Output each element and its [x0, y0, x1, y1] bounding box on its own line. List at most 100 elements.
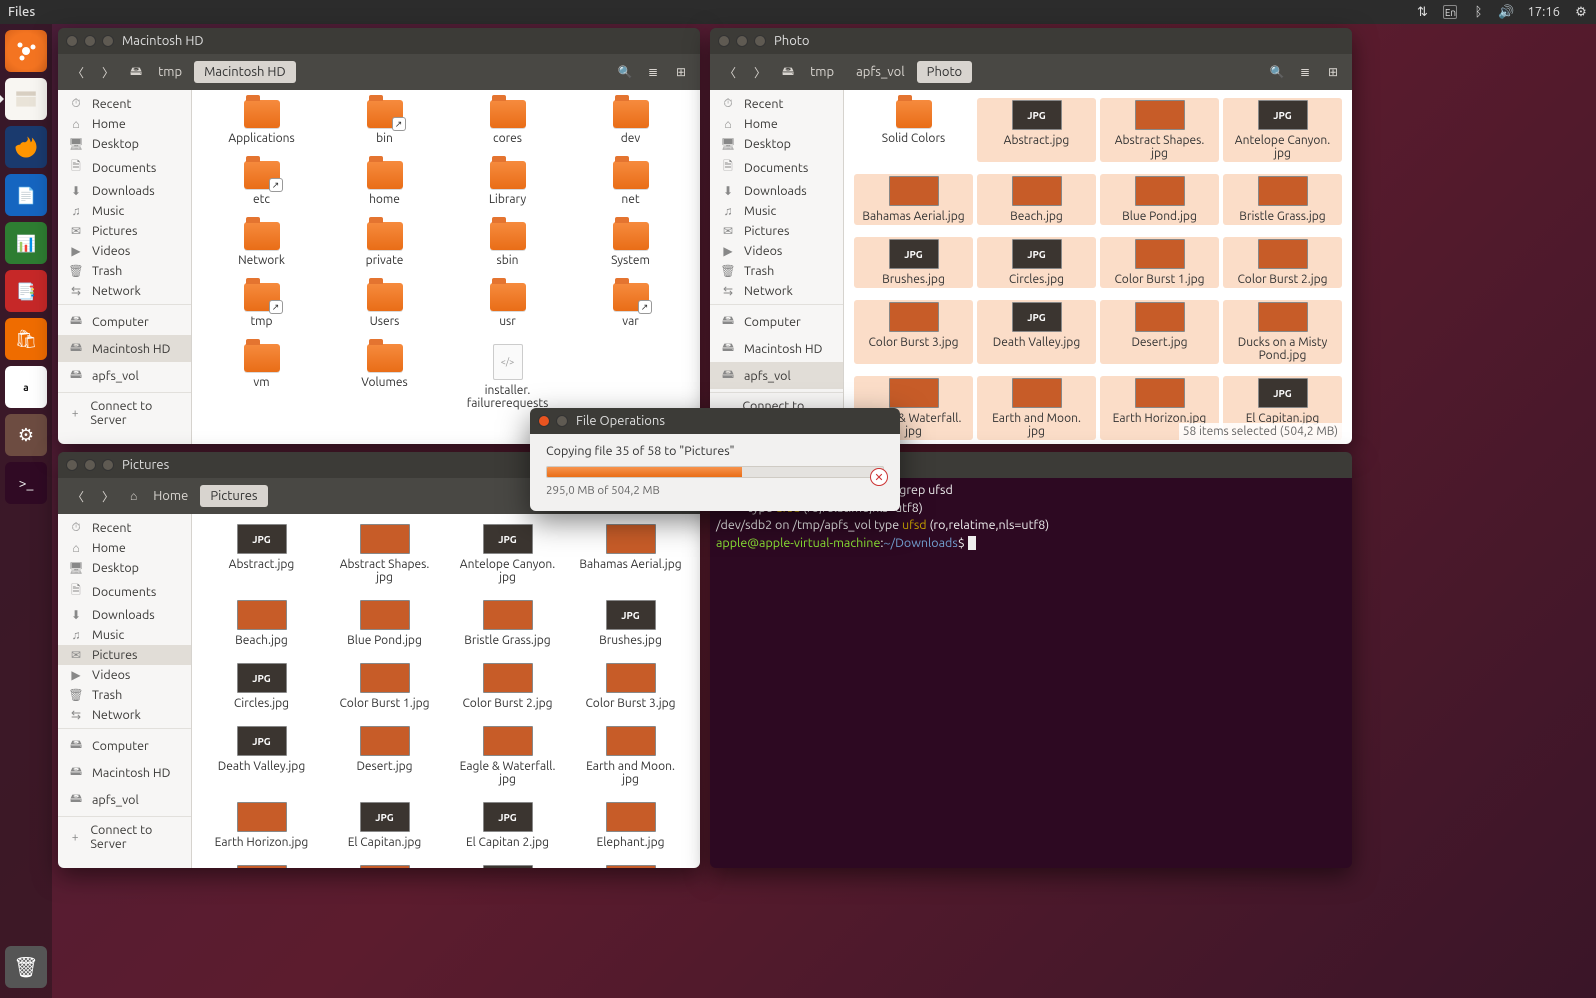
file-item[interactable]: bin	[325, 98, 444, 147]
grid-view-icon[interactable]: ⊞	[1320, 59, 1346, 85]
maximize-button[interactable]	[102, 459, 114, 471]
file-item[interactable]: Bahamas Aerial.jpg	[571, 522, 690, 586]
sidebar-item-trash[interactable]: 🗑Trash	[710, 261, 843, 281]
sidebar-item-recent[interactable]: ⏱Recent	[58, 94, 191, 114]
file-item[interactable]: JPGDeath Valley.jpg	[202, 724, 321, 788]
launcher-writer[interactable]: 📄	[5, 174, 47, 216]
launcher-amazon[interactable]: a	[5, 366, 47, 408]
file-item[interactable]: Elephant.jpg	[571, 800, 690, 851]
file-item[interactable]: Volumes	[325, 342, 444, 412]
breadcrumb-home[interactable]: Home	[143, 485, 198, 507]
file-item[interactable]: JPGDeath Valley.jpg	[977, 300, 1096, 364]
file-item[interactable]: Bristle Grass.jpg	[1223, 174, 1342, 225]
file-item[interactable]: Foggy Forest.jpg	[571, 863, 690, 868]
file-item[interactable]: vm	[202, 342, 321, 412]
content-area[interactable]: JPGAbstract.jpgAbstract Shapes. jpgJPGAn…	[192, 514, 700, 868]
sidebar-item-macintosh-hd[interactable]: 🖴Macintosh HD	[710, 335, 843, 362]
file-item[interactable]: JPGFloating Leaves.jpg	[448, 863, 567, 868]
titlebar[interactable]: Macintosh HD	[58, 28, 700, 54]
close-button[interactable]	[66, 459, 78, 471]
file-item[interactable]: JPGEl Capitan.jpg	[325, 800, 444, 851]
launcher-calc[interactable]: 📊	[5, 222, 47, 264]
sidebar-item-macintosh-hd[interactable]: 🖴Macintosh HD	[58, 335, 191, 362]
file-item[interactable]: Beach.jpg	[977, 174, 1096, 225]
network-icon[interactable]: ⇅	[1415, 5, 1429, 19]
file-item[interactable]: Color Burst 1.jpg	[325, 661, 444, 712]
sidebar-item-music[interactable]: ♫Music	[710, 201, 843, 221]
launcher-files[interactable]	[5, 78, 47, 120]
file-item[interactable]: tmp	[202, 281, 321, 330]
list-view-icon[interactable]: ≣	[1292, 59, 1318, 85]
bluetooth-icon[interactable]: ᛒ	[1471, 5, 1485, 19]
file-item[interactable]: sbin	[448, 220, 567, 269]
maximize-button[interactable]	[102, 35, 114, 47]
sidebar-item-recent[interactable]: ⏱Recent	[58, 518, 191, 538]
file-item[interactable]: Color Burst 3.jpg	[571, 661, 690, 712]
sidebar-item-network[interactable]: ⇆Network	[710, 281, 843, 301]
sidebar-item-network[interactable]: ⇆Network	[58, 281, 191, 301]
terminal-output[interactable]: apple@...:~/Downloads$ mount |grep ufsd …	[710, 478, 1352, 868]
sidebar-item-downloads[interactable]: ⬇Downloads	[710, 181, 843, 201]
file-item[interactable]: Floating Ice.jpg	[325, 863, 444, 868]
launcher-trash[interactable]: 🗑	[5, 946, 47, 988]
sidebar-item-trash[interactable]: 🗑Trash	[58, 261, 191, 281]
file-item[interactable]: Color Burst 3.jpg	[854, 300, 973, 364]
forward-button[interactable]: 〉	[94, 58, 122, 86]
file-item[interactable]: Solid Colors	[854, 98, 973, 162]
back-button[interactable]: 〈	[64, 58, 92, 86]
maximize-button[interactable]	[754, 35, 766, 47]
file-item[interactable]: Flamingos.jpg	[202, 863, 321, 868]
minimize-button[interactable]	[84, 459, 96, 471]
clock[interactable]: 17:16	[1527, 5, 1560, 19]
file-item[interactable]: JPGAntelope Canyon. jpg	[1223, 98, 1342, 162]
sidebar-item-pictures[interactable]: ✉Pictures	[58, 645, 191, 665]
file-item[interactable]: JPGBrushes.jpg	[571, 598, 690, 649]
sidebar-item-computer[interactable]: 🖴Computer	[58, 308, 191, 335]
launcher-software[interactable]: 🛍	[5, 318, 47, 360]
file-item[interactable]: Bahamas Aerial.jpg	[854, 174, 973, 225]
file-item[interactable]: Desert.jpg	[325, 724, 444, 788]
sidebar-item-documents[interactable]: 🗎Documents	[58, 154, 191, 181]
file-item[interactable]: Earth and Moon. jpg	[977, 376, 1096, 440]
breadcrumb-pictures[interactable]: Pictures	[200, 485, 267, 507]
sidebar-item-computer[interactable]: 🖴Computer	[58, 732, 191, 759]
file-item[interactable]: Beach.jpg	[202, 598, 321, 649]
sidebar-item-connect-to-server[interactable]: +Connect to Server	[58, 396, 191, 430]
sidebar-item-music[interactable]: ♫Music	[58, 625, 191, 645]
close-button[interactable]	[718, 35, 730, 47]
file-item[interactable]: Blue Pond.jpg	[325, 598, 444, 649]
file-item[interactable]: Network	[202, 220, 321, 269]
sidebar-item-documents[interactable]: 🗎Documents	[58, 578, 191, 605]
sidebar-item-connect-to-server[interactable]: +Connect to Server	[58, 820, 191, 854]
file-item[interactable]: Library	[448, 159, 567, 208]
sidebar-item-home[interactable]: ⌂Home	[710, 114, 843, 134]
file-item[interactable]: </>installer. failurerequests	[448, 342, 567, 412]
forward-button[interactable]: 〉	[94, 482, 122, 510]
file-item[interactable]: JPGAntelope Canyon. jpg	[448, 522, 567, 586]
sidebar-item-apfs_vol[interactable]: 🖴apfs_vol	[58, 362, 191, 389]
search-icon[interactable]: 🔍	[612, 59, 638, 85]
file-item[interactable]: JPGCircles.jpg	[977, 237, 1096, 288]
file-item[interactable]: usr	[448, 281, 567, 330]
breadcrumb-apfs-vol[interactable]: apfs_vol	[846, 61, 915, 83]
file-item[interactable]: Desert.jpg	[1100, 300, 1219, 364]
file-item[interactable]: System	[571, 220, 690, 269]
file-item[interactable]: home	[325, 159, 444, 208]
keyboard-lang-indicator[interactable]: En	[1443, 5, 1457, 19]
sidebar-item-videos[interactable]: ▶Videos	[58, 241, 191, 261]
sidebar-item-apfs_vol[interactable]: 🖴apfs_vol	[710, 362, 843, 389]
file-item[interactable]: Blue Pond.jpg	[1100, 174, 1219, 225]
sidebar-item-home[interactable]: ⌂Home	[58, 538, 191, 558]
sidebar-item-apfs_vol[interactable]: 🖴apfs_vol	[58, 786, 191, 813]
close-button[interactable]	[538, 415, 550, 427]
file-item[interactable]: Earth and Moon. jpg	[571, 724, 690, 788]
sidebar-item-recent[interactable]: ⏱Recent	[710, 94, 843, 114]
sidebar-item-music[interactable]: ♫Music	[58, 201, 191, 221]
search-icon[interactable]: 🔍	[1264, 59, 1290, 85]
content-area[interactable]: Solid ColorsJPGAbstract.jpgAbstract Shap…	[844, 90, 1352, 444]
file-item[interactable]: Ducks on a Misty Pond.jpg	[1223, 300, 1342, 364]
content-area[interactable]: ApplicationsbincoresdevetchomeLibrarynet…	[192, 90, 700, 444]
sidebar-item-downloads[interactable]: ⬇Downloads	[58, 605, 191, 625]
breadcrumb-tmp[interactable]: tmp	[800, 61, 844, 83]
minimize-button[interactable]	[736, 35, 748, 47]
